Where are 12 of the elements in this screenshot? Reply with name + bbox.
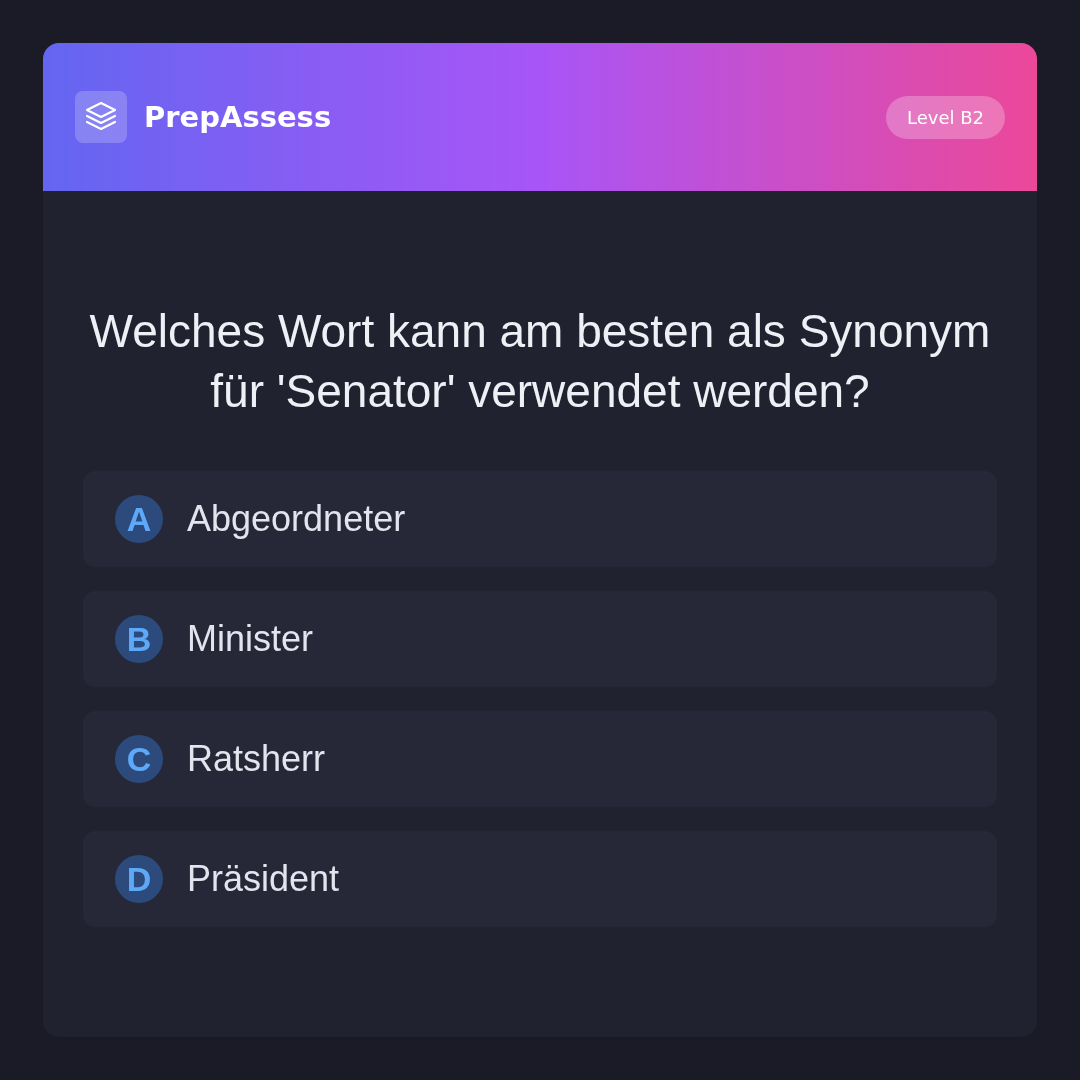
- answer-option[interactable]: B Minister: [83, 591, 997, 687]
- option-letter: A: [115, 495, 163, 543]
- layers-icon: [75, 91, 127, 143]
- answer-option[interactable]: D Präsident: [83, 831, 997, 927]
- app-title: PrepAssess: [144, 100, 332, 134]
- answer-option[interactable]: C Ratsherr: [83, 711, 997, 807]
- option-letter: B: [115, 615, 163, 663]
- question-text: Welches Wort kann am besten als Synonym für 'Senator' verwendet werden?: [88, 304, 992, 419]
- option-letter: D: [115, 855, 163, 903]
- level-badge: Level B2: [885, 95, 1005, 139]
- option-letter: C: [115, 735, 163, 783]
- answer-option[interactable]: A Abgeordneter: [83, 471, 997, 567]
